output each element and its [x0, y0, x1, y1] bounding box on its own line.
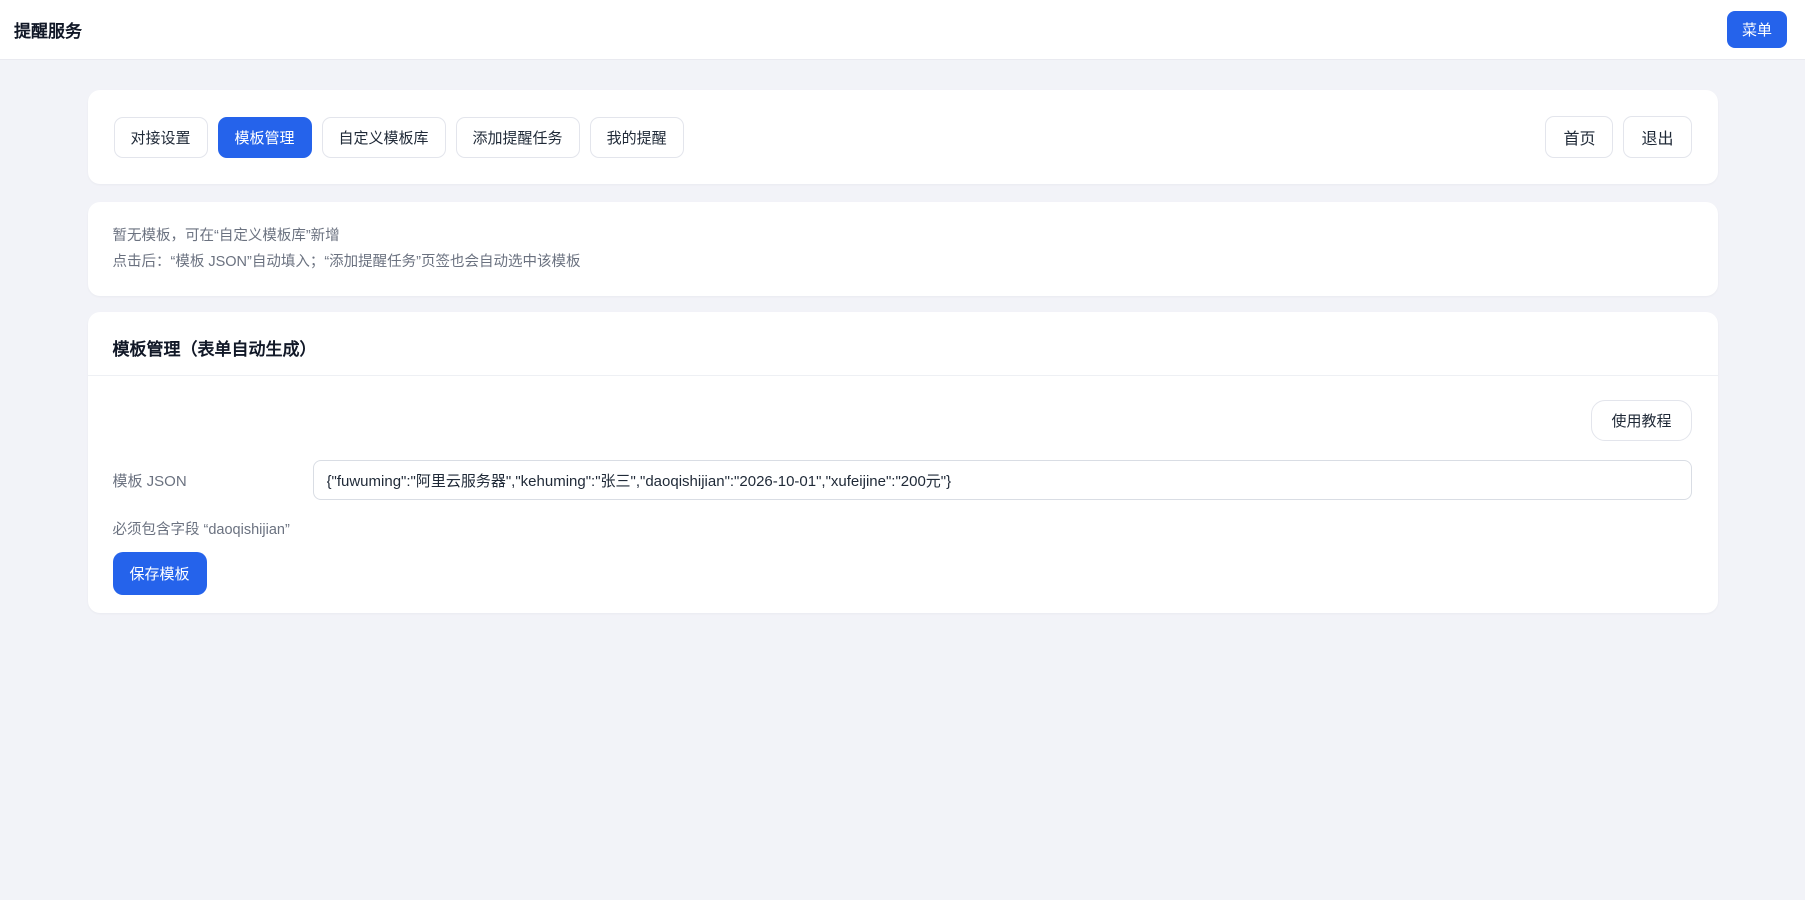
section-body: 使用教程 模板 JSON 必须包含字段 “daoqishijian” 保存模板	[88, 376, 1718, 613]
tutorial-row: 使用教程	[113, 400, 1692, 441]
tab-my-reminders[interactable]: 我的提醒	[590, 117, 684, 158]
page-container: 对接设置 模板管理 自定义模板库 添加提醒任务 我的提醒 首页 退出 暂无模板，…	[88, 60, 1718, 613]
app-title: 提醒服务	[14, 17, 82, 42]
home-button[interactable]: 首页	[1545, 116, 1613, 158]
tabs-card: 对接设置 模板管理 自定义模板库 添加提醒任务 我的提醒 首页 退出	[88, 90, 1718, 184]
template-json-label: 模板 JSON	[113, 470, 313, 491]
exit-button[interactable]: 退出	[1623, 116, 1691, 158]
section-header: 模板管理（表单自动生成）	[88, 312, 1718, 376]
template-json-row: 模板 JSON	[113, 460, 1692, 500]
save-template-button[interactable]: 保存模板	[113, 552, 207, 595]
nav-group: 首页 退出	[1545, 116, 1691, 158]
tab-template-management[interactable]: 模板管理	[218, 117, 312, 158]
template-section-card: 模板管理（表单自动生成） 使用教程 模板 JSON 必须包含字段 “daoqis…	[88, 312, 1718, 613]
header-bar: 提醒服务 菜单	[0, 0, 1805, 60]
template-json-input[interactable]	[313, 460, 1692, 500]
notice-line-2: 点击后：“模板 JSON”自动填入；“添加提醒任务”页签也会自动选中该模板	[113, 249, 1693, 275]
menu-button[interactable]: 菜单	[1727, 11, 1787, 48]
notice-line-1: 暂无模板，可在“自定义模板库”新增	[113, 223, 1693, 249]
required-field-hint: 必须包含字段 “daoqishijian”	[113, 518, 1692, 539]
save-row: 保存模板	[113, 552, 1692, 595]
tab-group: 对接设置 模板管理 自定义模板库 添加提醒任务 我的提醒	[114, 117, 684, 158]
notice-card: 暂无模板，可在“自定义模板库”新增 点击后：“模板 JSON”自动填入；“添加提…	[88, 202, 1718, 296]
tab-add-reminder-task[interactable]: 添加提醒任务	[456, 117, 580, 158]
tab-connection-settings[interactable]: 对接设置	[114, 117, 208, 158]
tutorial-button[interactable]: 使用教程	[1591, 400, 1691, 441]
tab-custom-template-library[interactable]: 自定义模板库	[322, 117, 446, 158]
section-title: 模板管理（表单自动生成）	[113, 335, 1693, 360]
